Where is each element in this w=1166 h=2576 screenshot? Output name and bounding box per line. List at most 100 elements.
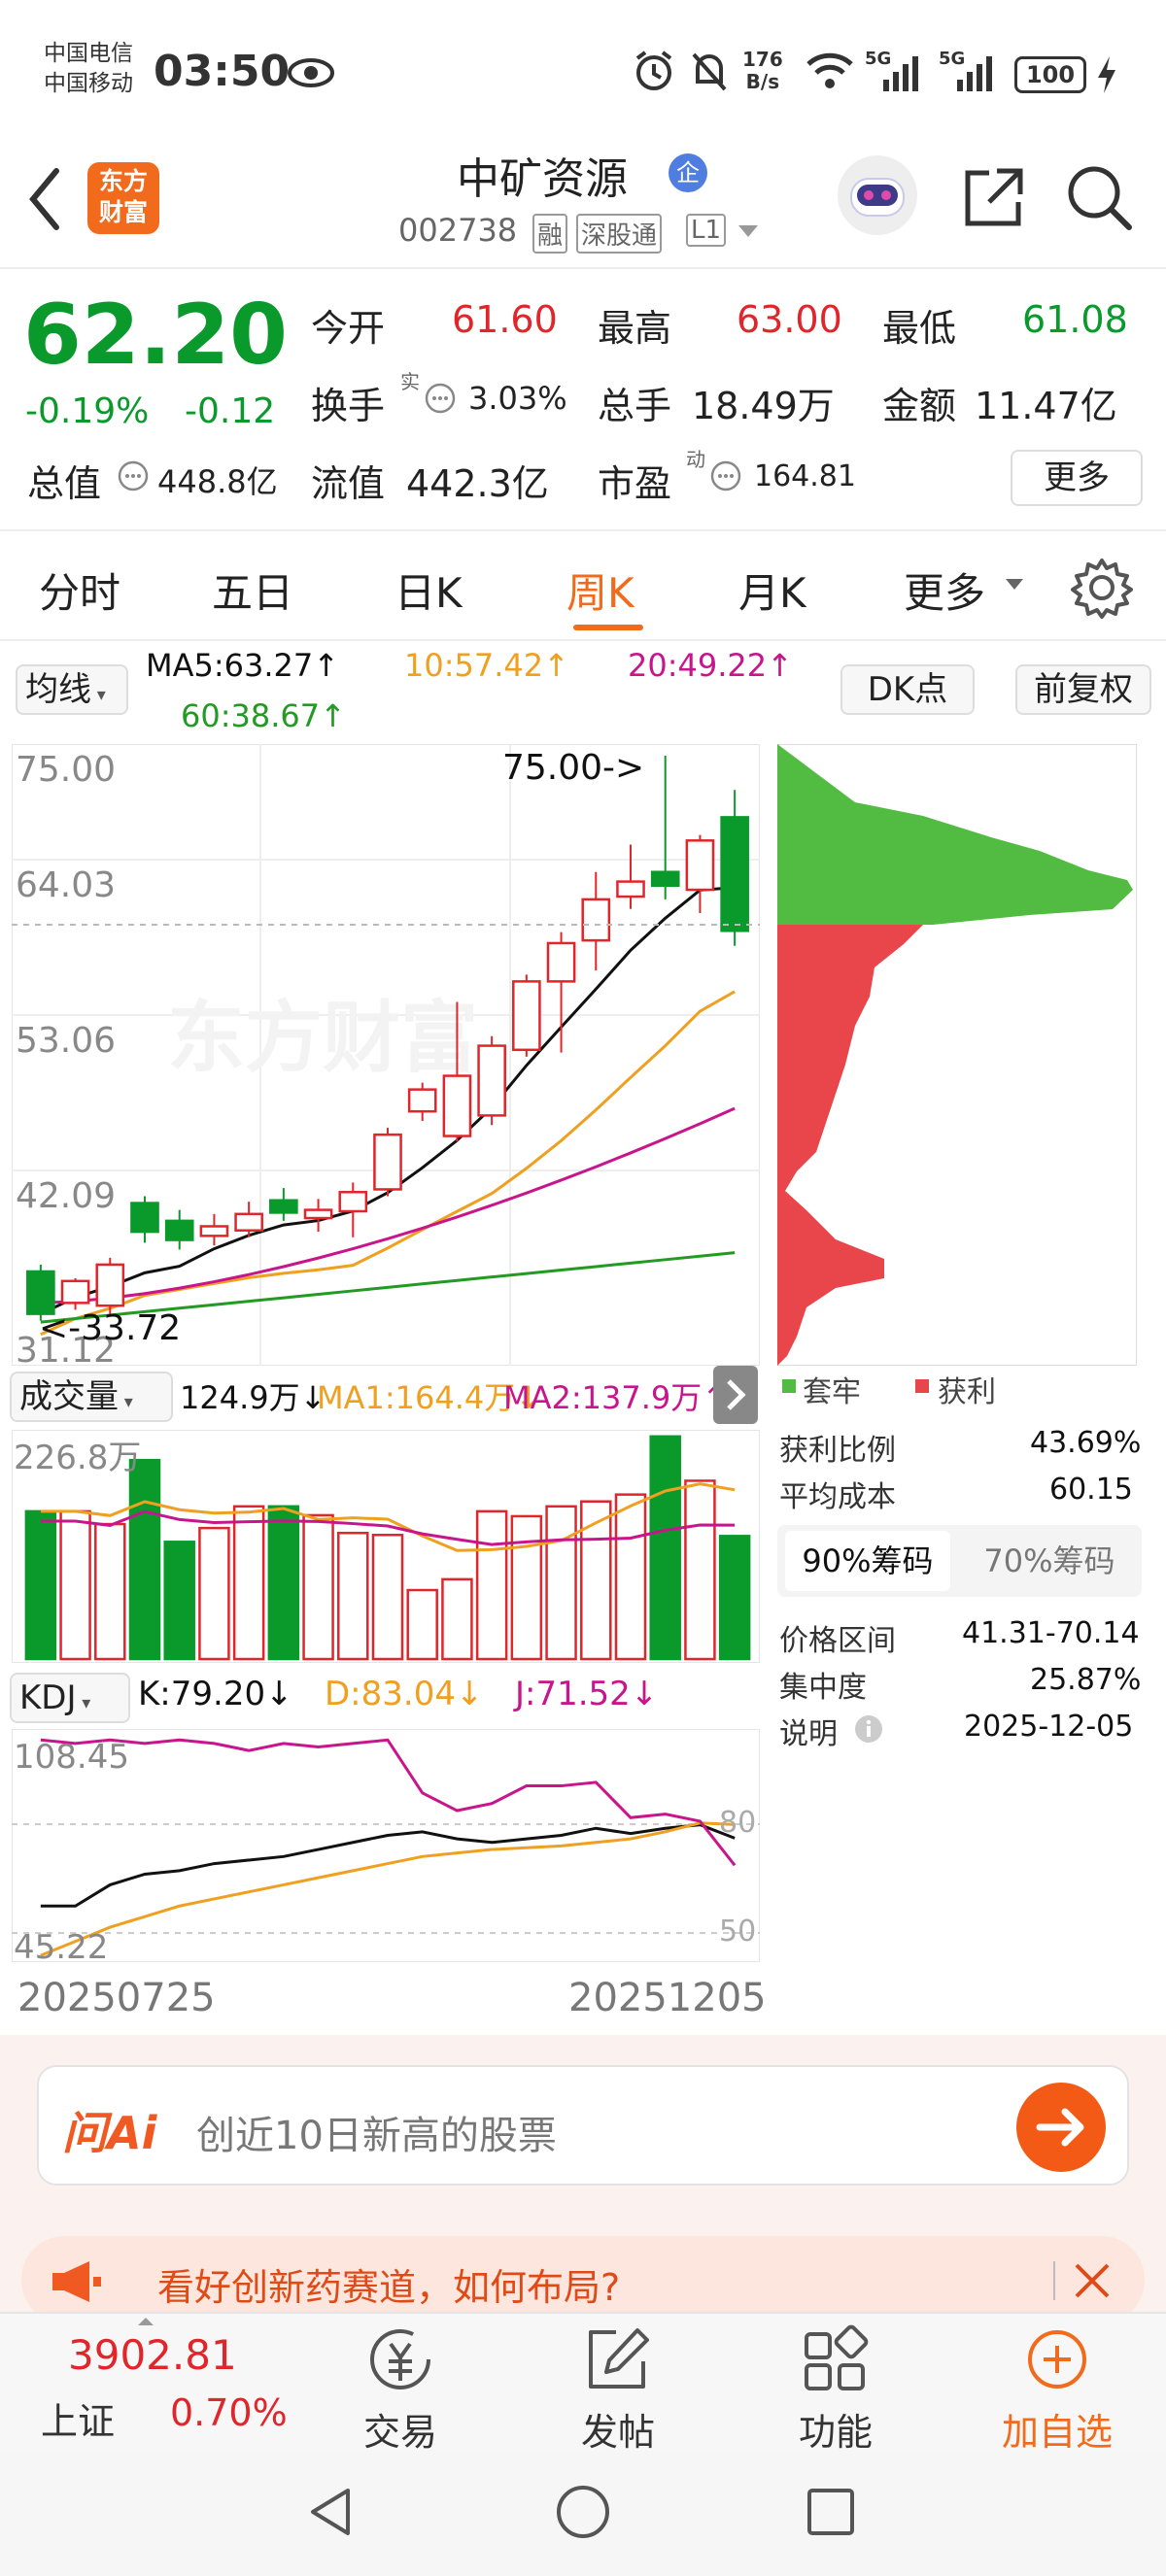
ma-select[interactable]: 均线 ▾ bbox=[16, 664, 128, 715]
nav-post[interactable]: 发帖 bbox=[531, 2317, 705, 2454]
tab-more[interactable]: 更多 bbox=[904, 560, 985, 620]
volume-bar bbox=[337, 1531, 369, 1661]
carrier2: 中国移动 bbox=[44, 71, 133, 96]
tab-indicator bbox=[573, 625, 643, 630]
expand-panel-button[interactable] bbox=[713, 1366, 758, 1424]
eye-icon bbox=[288, 58, 334, 87]
system-home-icon[interactable] bbox=[554, 2483, 612, 2541]
tab-daily-k[interactable]: 日K bbox=[394, 560, 463, 620]
dk-point-button[interactable]: DK点 bbox=[840, 664, 975, 715]
amount-label: 金额 bbox=[882, 385, 957, 427]
tag-margin: 融 bbox=[532, 214, 568, 254]
legend-trapped-swatch bbox=[782, 1379, 796, 1393]
legend-trapped: 套牢 bbox=[803, 1375, 861, 1409]
app-logo[interactable]: 东方 财富 bbox=[87, 162, 159, 234]
close-icon[interactable] bbox=[1071, 2259, 1114, 2302]
volume-bar bbox=[718, 1535, 751, 1661]
watermark: 东方财富 bbox=[167, 993, 478, 1083]
ma-select-label: 均线 bbox=[25, 670, 91, 709]
concentration-value: 25.87% bbox=[1030, 1663, 1142, 1697]
promo-banner[interactable]: 看好创新药赛道，如何布局? bbox=[21, 2236, 1145, 2323]
more-button[interactable]: 更多 bbox=[1011, 450, 1143, 506]
chip-tabs: 90%筹码 70%筹码 bbox=[777, 1525, 1142, 1597]
signal2-icon bbox=[957, 56, 992, 91]
candlestick-chart[interactable]: 东方财富 75.00 64.03 53.06 42.09 31.12 75.00… bbox=[12, 744, 760, 1366]
volume-select[interactable]: 成交量 ▾ bbox=[10, 1372, 173, 1422]
candle bbox=[303, 1208, 333, 1220]
y-label-max: 75.00 bbox=[16, 750, 116, 790]
candle bbox=[234, 1212, 263, 1232]
chevron-down-icon[interactable] bbox=[737, 223, 760, 241]
tab-intraday[interactable]: 分时 bbox=[39, 560, 120, 620]
stock-header: 东方 财富 中矿资源 企 002738 融 深股通 L1 bbox=[0, 136, 1166, 267]
back-icon[interactable] bbox=[23, 165, 66, 233]
kdj-select[interactable]: KDJ ▾ bbox=[10, 1673, 130, 1723]
battery-icon: 100 bbox=[1014, 56, 1086, 93]
candle bbox=[616, 880, 645, 898]
index-value[interactable]: 3902.81 bbox=[68, 2331, 237, 2379]
candle bbox=[442, 1074, 472, 1137]
gear-icon[interactable] bbox=[1071, 557, 1133, 619]
pe-label: 市盈 bbox=[598, 462, 672, 505]
system-back-icon[interactable] bbox=[301, 2483, 360, 2541]
candle bbox=[338, 1191, 368, 1213]
stock-name[interactable]: 中矿资源 bbox=[457, 144, 628, 206]
status-bar: 中国电信 中国移动 03:50 176 B/s 5G 5G 100 bbox=[0, 0, 1166, 146]
edit-icon bbox=[589, 2328, 649, 2389]
info-dots-icon[interactable] bbox=[709, 459, 742, 492]
share-icon[interactable] bbox=[960, 163, 1028, 231]
index-change: 0.70% bbox=[170, 2391, 288, 2434]
volume-bar bbox=[198, 1526, 230, 1661]
ai-search-box[interactable]: 问Ai 创近10日新高的股票 bbox=[37, 2065, 1129, 2186]
volume-bar bbox=[232, 1505, 265, 1661]
volume-bar bbox=[128, 1458, 161, 1661]
search-icon[interactable] bbox=[1065, 163, 1133, 231]
ma20-value: 20:49.22↑ bbox=[628, 647, 793, 684]
ai-submit-button[interactable] bbox=[1016, 2083, 1106, 2172]
assistant-avatar[interactable] bbox=[838, 155, 917, 235]
float-label: 流值 bbox=[311, 462, 386, 505]
volume-bar bbox=[510, 1514, 543, 1661]
dk-point-label: DK点 bbox=[867, 670, 948, 709]
kdj-y-max: 108.45 bbox=[14, 1738, 129, 1777]
turnover-value: 3.03% bbox=[468, 380, 567, 417]
tab-chip-70[interactable]: 70%筹码 bbox=[967, 1531, 1132, 1591]
turnover-label: 换手 bbox=[311, 385, 386, 427]
kdj-k: K:79.20↓ bbox=[138, 1675, 293, 1713]
ai-brand: 问Ai bbox=[62, 2107, 157, 2159]
tab-chip-90[interactable]: 90%筹码 bbox=[785, 1531, 950, 1591]
index-name[interactable]: 上证 bbox=[41, 2391, 115, 2445]
volume-bar bbox=[684, 1479, 716, 1661]
volume-y-max: 226.8万 bbox=[14, 1439, 141, 1477]
system-recents-icon[interactable] bbox=[802, 2483, 860, 2541]
nav-add-watchlist[interactable]: 加自选 bbox=[970, 2317, 1145, 2454]
price-range-value: 41.31-70.14 bbox=[962, 1616, 1140, 1650]
candle bbox=[373, 1133, 402, 1191]
pe-sup: 动 bbox=[686, 448, 705, 471]
y-label-4: 42.09 bbox=[16, 1176, 116, 1216]
tab-monthly-k[interactable]: 月K bbox=[738, 560, 806, 620]
ai-placeholder: 创近10日新高的股票 bbox=[196, 2114, 557, 2158]
change-pct: -0.19% bbox=[25, 391, 150, 431]
tag-level[interactable]: L1 bbox=[686, 214, 727, 247]
nav-features[interactable]: 功能 bbox=[748, 2317, 923, 2454]
avg-cost-value: 60.15 bbox=[1049, 1473, 1133, 1507]
info-dots-icon[interactable] bbox=[424, 382, 457, 415]
restore-button[interactable]: 前复权 bbox=[1015, 664, 1151, 715]
info-dots-icon[interactable] bbox=[117, 459, 150, 492]
ma60-value: 60:38.67↑ bbox=[181, 697, 346, 734]
stock-code: 002738 bbox=[398, 212, 518, 249]
note-date: 2025-12-05 bbox=[964, 1710, 1134, 1744]
wifi-icon bbox=[806, 52, 853, 88]
low-value: 61.08 bbox=[1022, 298, 1128, 341]
mute-bell-icon bbox=[692, 52, 727, 91]
ma5-value: MA5:63.27↑ bbox=[146, 647, 340, 684]
nav-trade[interactable]: 交易 bbox=[313, 2317, 488, 2454]
info-icon[interactable] bbox=[853, 1713, 884, 1745]
candle bbox=[477, 1044, 506, 1117]
volume-bar bbox=[94, 1522, 126, 1661]
tab-weekly-k[interactable]: 周K bbox=[566, 560, 634, 620]
chevron-down-icon bbox=[1006, 579, 1023, 590]
tab-five-day[interactable]: 五日 bbox=[212, 560, 293, 620]
signal1-icon bbox=[883, 56, 918, 91]
